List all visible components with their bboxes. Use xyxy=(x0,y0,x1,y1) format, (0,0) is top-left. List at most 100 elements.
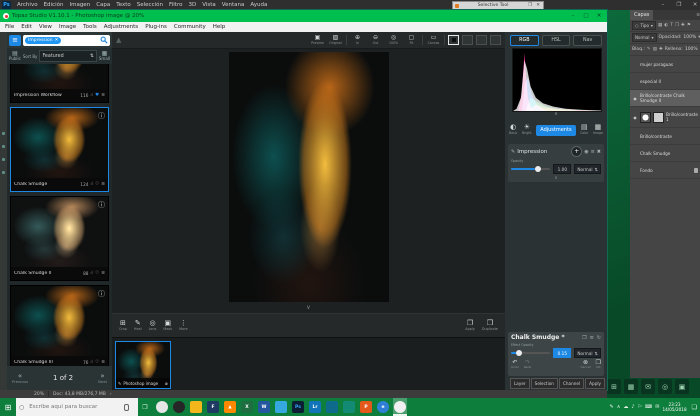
layer-row[interactable]: especial II xyxy=(630,73,700,90)
thumbs-up-icon[interactable]: ☝ xyxy=(90,93,93,98)
favorite-icon[interactable]: ♡ xyxy=(95,271,99,276)
start-button[interactable]: ⊞ xyxy=(0,398,16,416)
card-menu-icon[interactable]: ≡ xyxy=(101,271,105,276)
layer-row[interactable]: Chalk Smudge xyxy=(630,145,700,162)
menu-edicion[interactable]: Edición xyxy=(44,2,64,8)
selective-tool-close-button[interactable]: ✕ xyxy=(535,3,541,8)
onedrive-icon[interactable] xyxy=(275,401,287,413)
card-menu-icon[interactable]: ≡ xyxy=(101,93,105,98)
pinned-app-icon[interactable]: F xyxy=(207,401,219,413)
opacity-slider[interactable] xyxy=(511,168,550,170)
desktop-icon[interactable]: ▣ xyxy=(675,379,689,394)
public-filter-button[interactable]: ▤ Public xyxy=(9,51,21,61)
menu-tools[interactable]: Tools xyxy=(83,24,97,30)
effect-opacity-slider[interactable] xyxy=(511,352,550,354)
small-view-button[interactable]: ▦ Small xyxy=(99,51,110,61)
filter-pixel-icon[interactable]: ▦ xyxy=(658,23,662,28)
topaz-minimize-button[interactable]: – xyxy=(568,13,578,19)
canvas-button[interactable]: ▭Canvas xyxy=(426,35,441,45)
layer-row[interactable]: ◉ Brillo/contraste 1 xyxy=(630,107,700,128)
tab-rgb[interactable]: RGB xyxy=(510,35,539,46)
duplicate-button[interactable]: ❒Duplicate xyxy=(482,320,498,331)
remove-image-icon[interactable]: ⊗ xyxy=(165,381,168,386)
hidden-icons-chevron[interactable]: ∧ xyxy=(617,404,621,410)
info-icon[interactable]: ⓘ xyxy=(98,111,105,121)
search-icon[interactable] xyxy=(100,36,108,44)
flag-icon[interactable]: ⚐ xyxy=(638,404,642,410)
notification-center-icon[interactable]: ❏ xyxy=(690,404,697,411)
image-button[interactable]: ▦Image xyxy=(593,124,603,135)
card-menu-icon[interactable]: ≡ xyxy=(101,360,105,365)
expand-adjustment-icon[interactable]: ∨ xyxy=(511,176,601,181)
topaz-maximize-button[interactable]: □ xyxy=(581,13,591,19)
main-image[interactable] xyxy=(229,52,389,302)
tab-hsl[interactable]: HSL xyxy=(542,35,571,46)
filter-smart-icon[interactable]: ✚ xyxy=(681,23,685,28)
pen-icon[interactable]: ✎ xyxy=(609,404,613,410)
adjustments-button[interactable]: Adjustments xyxy=(536,125,575,136)
preview-button[interactable]: ▣Preview xyxy=(310,35,325,45)
status-arrow-icon[interactable]: › xyxy=(110,392,112,397)
panel-menu-icon[interactable]: ≡ xyxy=(696,13,700,18)
tab-nav[interactable]: Nav xyxy=(573,35,602,46)
menu-community[interactable]: Community xyxy=(174,24,206,30)
search-input[interactable] xyxy=(27,403,121,411)
lens-button[interactable]: ◎Lens xyxy=(149,320,157,331)
undo-button[interactable]: ↶Undo xyxy=(511,360,519,369)
desktop-icon[interactable]: ⊞ xyxy=(607,379,621,394)
mask-button[interactable]: ▣Mask xyxy=(163,320,172,331)
lock-move-icon[interactable]: ✚ xyxy=(659,47,663,52)
reset-effect-icon[interactable]: ↻ xyxy=(597,335,601,341)
zoom-100-button[interactable]: ◎100% xyxy=(386,35,401,45)
edge-icon[interactable]: e xyxy=(377,401,389,413)
onedrive-tray-icon[interactable]: ☁ xyxy=(623,404,628,410)
view-side-button[interactable] xyxy=(476,35,487,45)
mail-icon[interactable]: ✉ xyxy=(655,404,659,410)
opacity-value[interactable]: 100% xyxy=(683,35,696,40)
basic-button[interactable]: ◐Basic xyxy=(509,124,517,135)
layer-row[interactable]: mujer paraguas xyxy=(630,56,700,73)
menu-toggle-button[interactable]: ≡ xyxy=(9,35,21,46)
visibility-icon[interactable]: ◉ xyxy=(584,149,588,155)
menu-imagen[interactable]: Imagen xyxy=(69,2,90,8)
filter-shape-icon[interactable]: ❒ xyxy=(675,23,679,28)
topaz-titlebar[interactable]: Topaz Studio V1.10.1 - Photoshop image @… xyxy=(0,10,607,22)
previous-page-button[interactable]: « Previous xyxy=(12,373,28,384)
topaz-close-button[interactable]: ✕ xyxy=(594,13,604,19)
view-single-button[interactable] xyxy=(448,35,459,45)
menu-view[interactable]: View xyxy=(39,24,52,30)
tag-close-icon[interactable]: ✕ xyxy=(55,38,59,43)
bright-button[interactable]: ☀Bright xyxy=(522,124,532,135)
preset-card-selected[interactable]: ⓘ Chalk Smudge 124 ☝ ♡ ≡ xyxy=(10,107,109,192)
pinned-app-icon[interactable] xyxy=(173,401,185,413)
desktop-icon[interactable]: ✉ xyxy=(641,379,655,394)
thumbs-up-icon[interactable]: ☝ xyxy=(90,271,93,276)
preset-card[interactable]: ⓘ Chalk Smudge III 76 ☝ ♡ ≡ xyxy=(10,285,109,366)
microphone-icon[interactable] xyxy=(124,404,129,411)
layer-row[interactable]: Brillo/contraste xyxy=(630,128,700,145)
layer-mask-thumbnail[interactable] xyxy=(653,112,664,123)
crop-button[interactable]: ⊞Crop xyxy=(119,320,127,331)
menu-archivo[interactable]: Archivo xyxy=(17,2,38,8)
fill-value[interactable]: 100% xyxy=(685,47,698,52)
menu-image[interactable]: Image xyxy=(59,24,76,30)
menu-filtro[interactable]: Filtro xyxy=(169,2,182,8)
excel-icon[interactable]: X xyxy=(241,401,253,413)
layer-row-selected[interactable]: ◉ Brillo/contraste Chalk Smudge II xyxy=(630,90,700,107)
color-button[interactable]: ▤Color xyxy=(580,124,588,135)
lock-brush-icon[interactable]: ✎ xyxy=(647,47,651,52)
view-compare-button[interactable] xyxy=(490,35,501,45)
desktop-icon[interactable]: ▦ xyxy=(624,379,638,394)
cancel-button[interactable]: ⊗Cancel xyxy=(580,360,590,369)
keyboard-icon[interactable]: ⌨ xyxy=(645,404,652,410)
heal-button[interactable]: ✎Heal xyxy=(134,320,142,331)
zoom-out-button[interactable]: ⊖Out xyxy=(368,35,383,45)
info-icon[interactable]: ⓘ xyxy=(98,200,105,210)
zoom-fit-button[interactable]: ▢Fit xyxy=(404,35,419,45)
menu-seleccion[interactable]: Selección xyxy=(137,2,163,8)
menu-ventana[interactable]: Ventana xyxy=(222,2,245,8)
file-explorer-icon[interactable] xyxy=(190,401,202,413)
layer-visibility-icon[interactable]: ◉ xyxy=(632,96,638,101)
photoshop-icon[interactable]: Ps xyxy=(292,401,304,413)
tab-apply[interactable]: Apply xyxy=(585,378,605,389)
